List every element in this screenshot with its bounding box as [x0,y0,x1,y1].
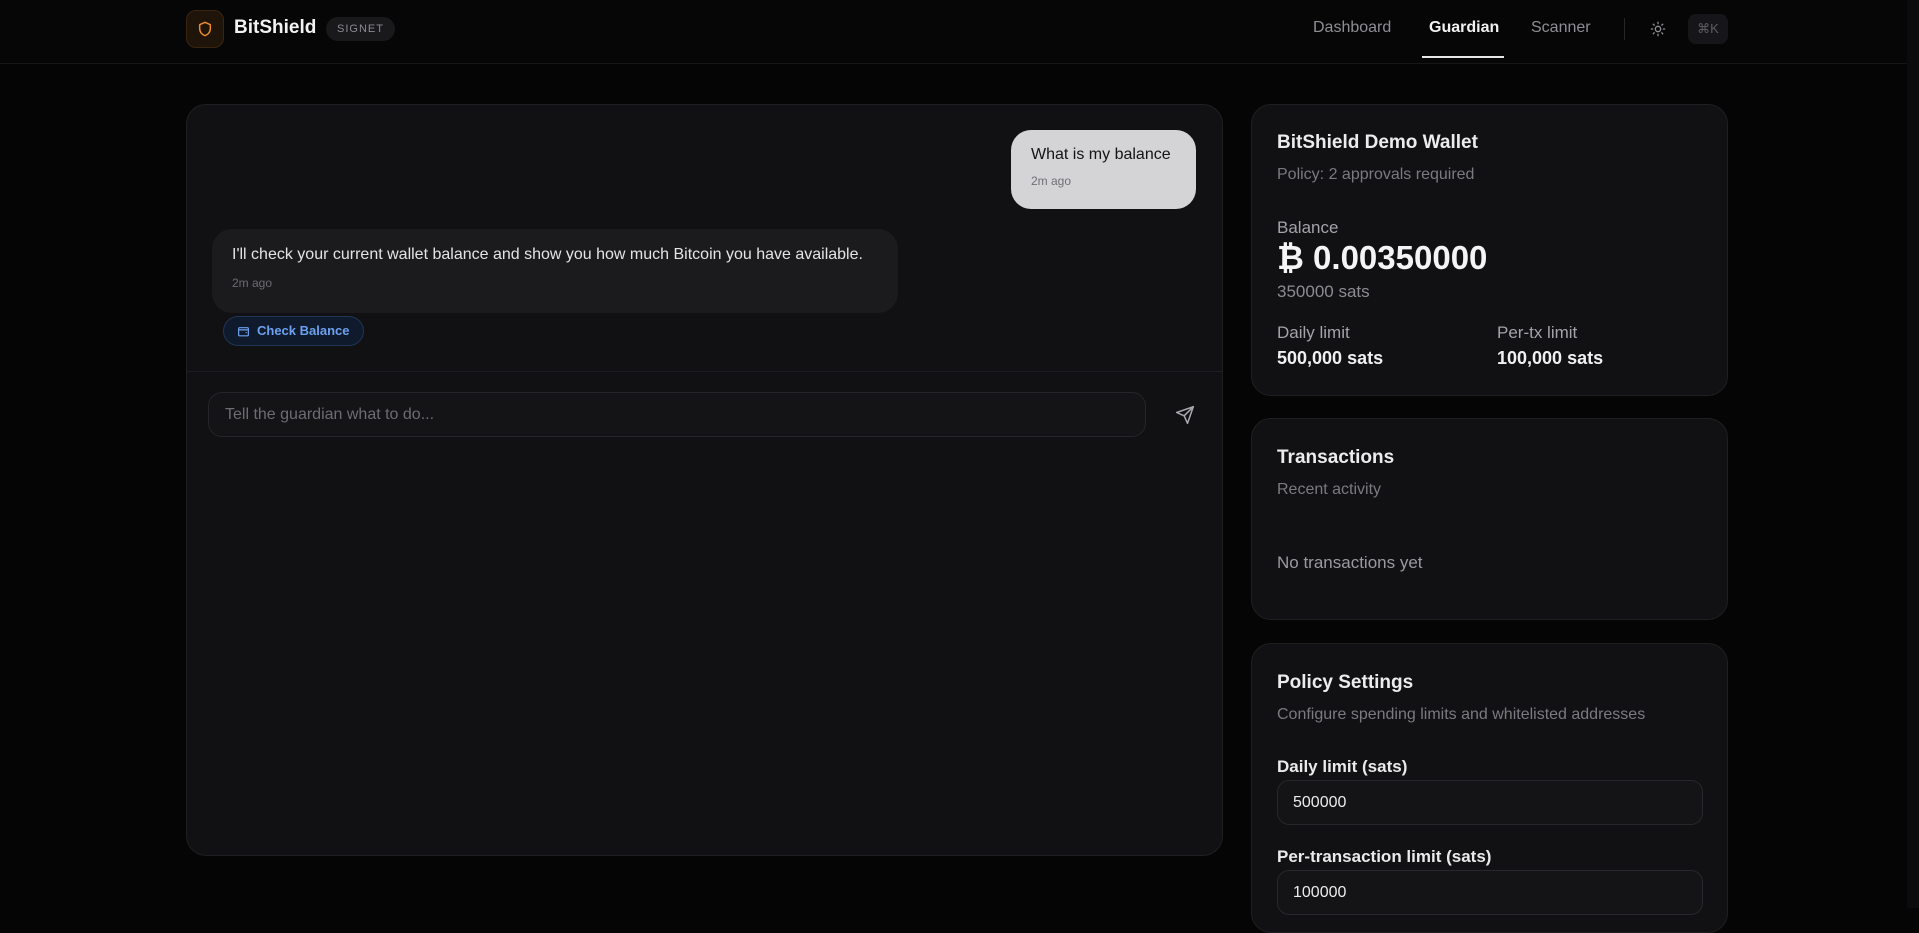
assistant-message-time: 2m ago [232,276,273,290]
balance-sats: 350000 sats [1277,282,1370,301]
per-tx-limit-label: Per-tx limit [1497,323,1578,342]
sun-icon [1650,21,1666,37]
balance-btc: ₿ 0.00350000 [1277,239,1488,276]
chat-divider [187,371,1222,372]
wallet-icon [238,326,249,336]
balance-label: Balance [1277,218,1339,237]
nav-dashboard[interactable]: Dashboard [1313,19,1391,37]
theme-toggle-button[interactable] [1647,18,1669,40]
per-tx-limit-field-label: Per-transaction limit (sats) [1277,847,1492,866]
wallet-title: BitShield Demo Wallet [1277,132,1478,153]
nav-guardian[interactable]: Guardian [1429,19,1499,37]
transactions-card: Transactions Recent activity No transact… [1251,418,1728,620]
logo[interactable] [186,10,224,48]
wallet-card: BitShield Demo Wallet Policy: 2 approval… [1251,104,1728,396]
user-message: What is my balance 2m ago [1011,130,1196,209]
nav-divider [1624,18,1625,40]
policy-settings-title: Policy Settings [1277,672,1414,693]
check-balance-chip[interactable]: Check Balance [223,316,364,346]
send-button[interactable] [1167,397,1203,433]
daily-limit-label: Daily limit [1277,323,1350,342]
assistant-message-text: I'll check your current wallet balance a… [232,246,863,263]
active-nav-underline [1422,56,1504,58]
guardian-chat-panel: What is my balance 2m ago I'll check you… [186,104,1223,856]
transactions-empty-state: No transactions yet [1277,553,1423,572]
send-icon [1175,405,1195,425]
shield-icon [198,21,212,37]
assistant-message: I'll check your current wallet balance a… [212,229,898,313]
per-tx-limit-value: 100,000 sats [1497,348,1604,368]
policy-settings-subtitle: Configure spending limits and whiteliste… [1277,706,1646,723]
chat-input[interactable]: Tell the guardian what to do... [208,392,1146,437]
top-header: BitShield SIGNET Dashboard Guardian Scan… [0,0,1919,64]
per-tx-limit-input[interactable]: 100000 [1277,870,1703,915]
transactions-subtitle: Recent activity [1277,481,1382,498]
scrollbar[interactable] [1907,0,1919,908]
user-message-text: What is my balance [1031,146,1171,163]
user-message-time: 2m ago [1031,174,1072,188]
transactions-title: Transactions [1277,447,1395,468]
policy-settings-card: Policy Settings Configure spending limit… [1251,643,1728,933]
brand-name[interactable]: BitShield [234,17,316,39]
daily-limit-input[interactable]: 500000 [1277,780,1703,825]
daily-limit-value: 500,000 sats [1277,348,1384,368]
network-badge: SIGNET [326,17,395,41]
daily-limit-field-label: Daily limit (sats) [1277,757,1408,776]
check-balance-label: Check Balance [257,323,350,338]
wallet-policy: Policy: 2 approvals required [1277,166,1475,183]
command-palette-button[interactable]: ⌘K [1688,14,1728,44]
nav-scanner[interactable]: Scanner [1531,19,1591,37]
